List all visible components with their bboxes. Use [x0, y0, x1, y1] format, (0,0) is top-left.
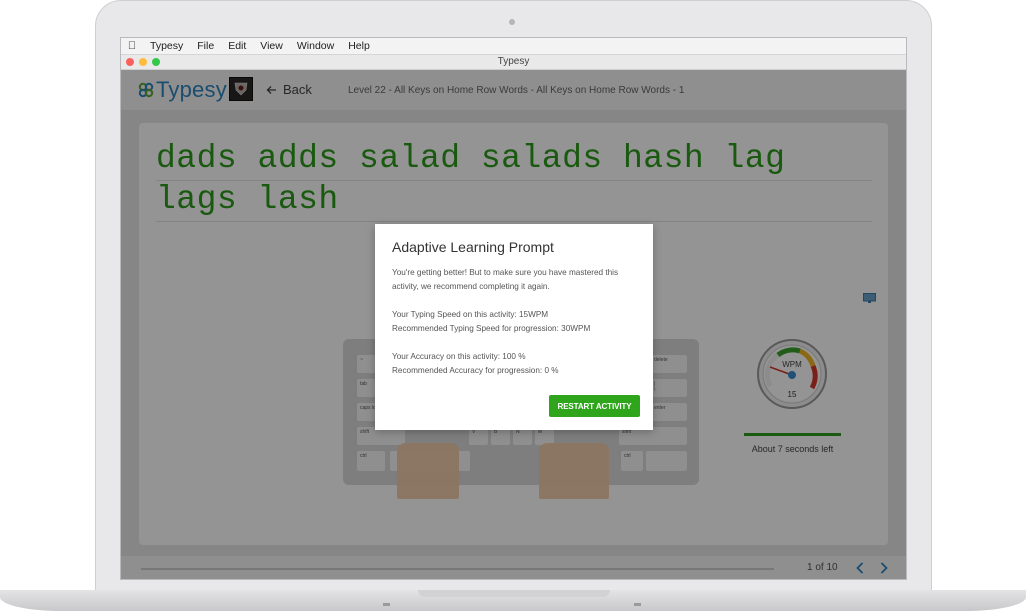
window-titlebar: Typesy — [121, 55, 906, 70]
menu-help[interactable]: Help — [341, 40, 377, 52]
mac-menubar:  Typesy File Edit View Window Help — [121, 38, 906, 55]
recommended-accuracy-text: Recommended Accuracy for progression: 0 … — [392, 366, 559, 375]
typing-speed-text: Your Typing Speed on this activity: 15WP… — [392, 310, 549, 319]
menu-typesy[interactable]: Typesy — [143, 40, 190, 52]
laptop-foot — [383, 603, 390, 606]
menu-edit[interactable]: Edit — [221, 40, 253, 52]
menu-file[interactable]: File — [190, 40, 221, 52]
adaptive-learning-dialog: Adaptive Learning Prompt You're getting … — [375, 224, 653, 430]
laptop-foot — [634, 603, 641, 606]
dialog-title: Adaptive Learning Prompt — [392, 239, 554, 255]
window-title: Typesy — [497, 56, 530, 67]
laptop-hinge-notch — [418, 590, 610, 597]
restart-activity-button[interactable]: RESTART ACTIVITY — [549, 395, 640, 417]
camera-dot — [509, 19, 515, 25]
laptop-mockup:  Typesy File Edit View Window Help Type… — [0, 0, 1026, 611]
menu-view[interactable]: View — [253, 40, 290, 52]
accuracy-text: Your Accuracy on this activity: 100 % — [392, 352, 526, 361]
recommended-speed-text: Recommended Typing Speed for progression… — [392, 324, 591, 333]
menu-window[interactable]: Window — [290, 40, 341, 52]
app-screen:  Typesy File Edit View Window Help Type… — [120, 37, 907, 580]
apple-icon[interactable]:  — [121, 40, 143, 52]
dialog-body: You're getting better! But to make sure … — [392, 266, 637, 378]
dialog-intro: You're getting better! But to make sure … — [392, 268, 619, 291]
